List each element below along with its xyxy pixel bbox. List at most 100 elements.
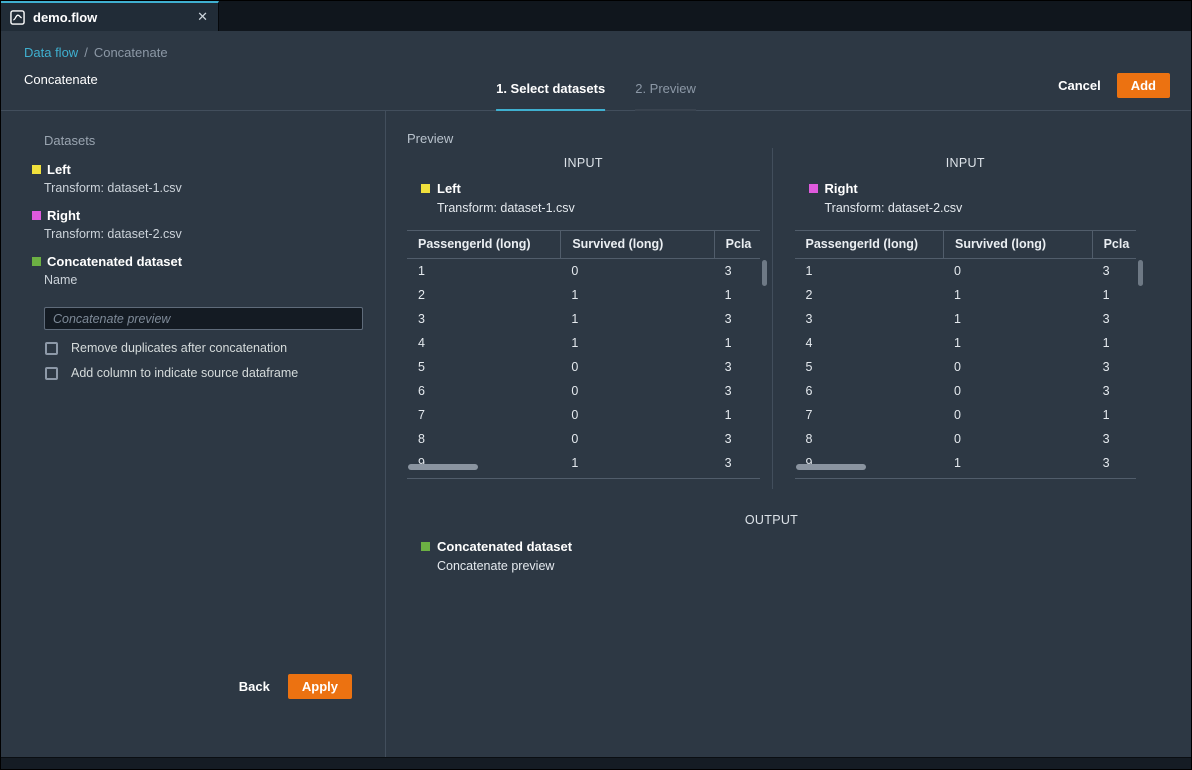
concatenated-dataset-name: Concatenated dataset [47, 254, 182, 269]
left-preview-swatch [421, 184, 430, 193]
tab-demo-flow[interactable]: demo.flow ✕ [1, 1, 219, 31]
table-cell: 7 [795, 403, 944, 427]
concatenated-dataset-swatch [32, 257, 41, 266]
remove-duplicates-checkbox[interactable] [45, 342, 58, 355]
table-cell: 0 [560, 379, 713, 403]
table-row: 503 [407, 355, 760, 379]
table-cell: 3 [1092, 307, 1136, 331]
table-cell: 6 [795, 379, 944, 403]
table-cell: 1 [943, 307, 1092, 331]
table-row: 503 [795, 355, 1137, 379]
table-cell: 1 [943, 451, 1092, 475]
right-preview-header: Right Transform: dataset-2.csv [795, 181, 1137, 215]
tab-title: demo.flow [33, 10, 97, 25]
preview-panel: Preview INPUT Left Transform: dataset-1.… [386, 111, 1191, 757]
table-cell: 3 [714, 355, 760, 379]
dataset-item-concatenated: Concatenated dataset Name [32, 254, 385, 287]
table-cell: 3 [795, 307, 944, 331]
concatenate-name-input[interactable] [44, 307, 363, 330]
vertical-scrollbar[interactable] [762, 260, 767, 286]
tab-preview[interactable]: 2. Preview [635, 81, 696, 111]
column-header: Survived (long) [560, 231, 713, 258]
table-cell: 0 [560, 355, 713, 379]
content-area: Datasets Left Transform: dataset-1.csv R… [1, 111, 1191, 757]
left-dataset-name: Left [47, 162, 71, 177]
left-dataset-detail: Transform: dataset-1.csv [44, 181, 385, 195]
remove-duplicates-label: Remove duplicates after concatenation [71, 341, 287, 355]
cancel-button[interactable]: Cancel [1058, 78, 1101, 93]
table-cell: 1 [943, 283, 1092, 307]
preview-heading: Preview [407, 131, 1136, 146]
table-row: 313 [407, 307, 760, 331]
breadcrumb: Data flow/Concatenate [24, 45, 168, 60]
table-cell: 0 [943, 259, 1092, 283]
table-cell: 1 [1092, 403, 1136, 427]
output-preview-swatch [421, 542, 430, 551]
table-cell: 0 [943, 403, 1092, 427]
right-dataset-name: Right [47, 208, 80, 223]
table-cell: 3 [714, 307, 760, 331]
table-row: 701 [407, 403, 760, 427]
name-field-label: Name [44, 273, 385, 287]
close-icon[interactable]: ✕ [197, 9, 208, 25]
table-cell: 0 [560, 403, 713, 427]
vertical-scrollbar[interactable] [1138, 260, 1143, 286]
table-row: 103 [795, 259, 1137, 283]
table-cell: 4 [795, 331, 944, 355]
table-cell: 0 [943, 379, 1092, 403]
flow-icon [10, 10, 25, 25]
right-preview-swatch [809, 184, 818, 193]
table-cell: 0 [560, 427, 713, 451]
right-preview-detail: Transform: dataset-2.csv [825, 201, 1137, 215]
horizontal-scrollbar[interactable] [796, 464, 866, 470]
back-button[interactable]: Back [239, 679, 270, 694]
sidebar-footer: Back Apply [1, 674, 385, 757]
wizard-steps: 1. Select datasets 2. Preview [496, 81, 696, 111]
dataset-item-right: Right Transform: dataset-2.csv [32, 208, 385, 241]
table-cell: 3 [1092, 355, 1136, 379]
apply-button[interactable]: Apply [288, 674, 352, 699]
table-row: 913 [407, 451, 760, 475]
table-cell: 4 [407, 331, 560, 355]
output-preview-header: Concatenated dataset Concatenate preview [407, 539, 1136, 573]
table-cell: 1 [560, 451, 713, 475]
table-cell: 2 [795, 283, 944, 307]
add-source-column-label: Add column to indicate source dataframe [71, 366, 298, 380]
column-header: PassengerId (long) [795, 231, 944, 258]
input-label-left: INPUT [407, 156, 760, 170]
right-preview-name: Right [825, 181, 858, 196]
add-button[interactable]: Add [1117, 73, 1170, 98]
input-section-right: INPUT Right Transform: dataset-2.csv Pas… [772, 148, 1137, 489]
table-cell: 1 [1092, 331, 1136, 355]
breadcrumb-link-data-flow[interactable]: Data flow [24, 45, 78, 60]
output-preview-name: Concatenated dataset [437, 539, 572, 554]
table-row: 313 [795, 307, 1137, 331]
table-row: 411 [407, 331, 760, 355]
add-source-column-option[interactable]: Add column to indicate source dataframe [45, 366, 385, 380]
table-cell: 1 [560, 283, 713, 307]
breadcrumb-separator: / [84, 45, 88, 60]
table-cell: 1 [407, 259, 560, 283]
table-cell: 9 [795, 451, 944, 475]
left-preview-header: Left Transform: dataset-1.csv [407, 181, 760, 215]
table-cell: 3 [714, 427, 760, 451]
remove-duplicates-option[interactable]: Remove duplicates after concatenation [45, 341, 385, 355]
table-header-row: PassengerId (long)Survived (long)Pcla [795, 230, 1137, 259]
table-cell: 3 [714, 451, 760, 475]
table-cell: 3 [1092, 451, 1136, 475]
table-cell: 0 [560, 259, 713, 283]
table-cell: 3 [407, 307, 560, 331]
table-row: 913 [795, 451, 1137, 475]
datasets-heading: Datasets [44, 133, 385, 148]
table-cell: 1 [714, 283, 760, 307]
table-cell: 3 [1092, 427, 1136, 451]
tab-select-datasets[interactable]: 1. Select datasets [496, 81, 605, 111]
add-source-column-checkbox[interactable] [45, 367, 58, 380]
page-header: Data flow/Concatenate Concatenate 1. Sel… [1, 31, 1191, 111]
table-cell: 1 [714, 403, 760, 427]
output-preview-detail: Concatenate preview [437, 559, 1136, 573]
table-cell: 3 [1092, 259, 1136, 283]
column-header: Survived (long) [943, 231, 1092, 258]
horizontal-scrollbar[interactable] [408, 464, 478, 470]
table-row: 211 [407, 283, 760, 307]
